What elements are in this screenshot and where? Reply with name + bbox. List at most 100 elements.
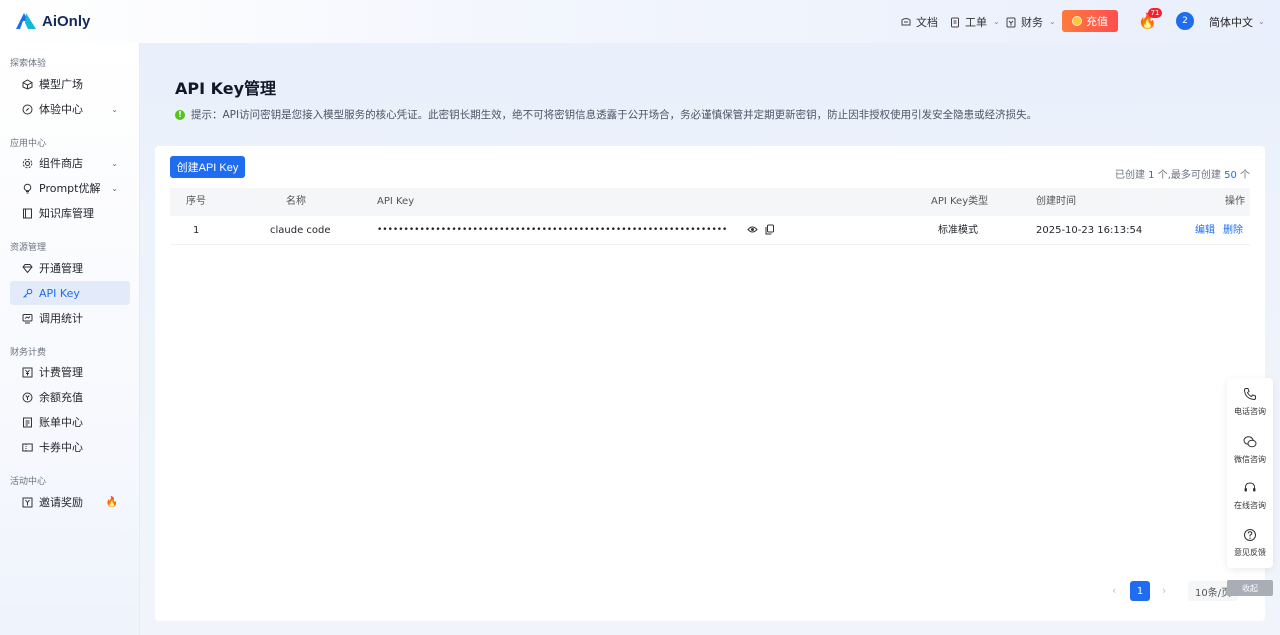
row-index: 1 [193,225,200,236]
sidebar-item-label: Prompt优解 [39,182,101,195]
notification-badge: 71 [1148,8,1162,18]
quota-middle: 个,最多可创建 [1154,170,1225,181]
sidebar-item-prompt[interactable]: Prompt优解 ⌄ [10,176,130,200]
pagination-prev-icon[interactable]: ‹ [1112,584,1116,597]
feedback-button[interactable]: 意见反馈 [1227,523,1273,563]
tickets-label: 工单 [965,15,987,29]
online-consult-label: 在线咨询 [1234,501,1266,510]
sidebar-item-knowledge-base[interactable]: 知识库管理 [10,201,130,225]
language-selector[interactable]: 简体中文 ⌄ [1209,0,1265,43]
coin-icon [1072,16,1082,26]
quota-max: 50 [1224,170,1237,181]
pagination-current-page[interactable]: 1 [1130,581,1150,601]
info-icon: ! [175,109,185,120]
book-icon [23,208,32,218]
sidebar-item-coupon-center[interactable]: 卡券中心 [10,435,130,459]
sidebar-item-label: 计费管理 [39,366,83,379]
chevron-down-icon: ⌄ [111,183,118,193]
section-title: 应用中心 [10,139,47,149]
recharge-button[interactable]: 充值 [1062,10,1118,32]
sidebar-item-component-store[interactable]: 组件商店 ⌄ [10,151,130,175]
feedback-label: 意见反馈 [1234,548,1266,557]
copy-icon[interactable] [764,224,775,235]
cube-icon [22,78,33,90]
sidebar-item-label: API Key [39,286,80,300]
online-consult-button[interactable]: 在线咨询 [1227,476,1273,516]
eye-icon[interactable] [747,224,758,235]
page-title: API Key管理 [175,79,277,98]
api-key-card: 创建API Key 已创建 1 个,最多可创建 50 个 序号 名称 API K… [155,146,1265,621]
sidebar-item-label: 体验中心 [39,103,83,116]
wechat-icon [1243,436,1257,448]
sidebar-item-experience[interactable]: 体验中心 ⌄ [10,97,130,121]
bill-icon [23,417,32,427]
section-title: 财务计费 [10,348,47,358]
wechat-consult-button[interactable]: 微信咨询 [1227,430,1273,470]
key-icon [23,288,33,298]
table-row: 1 claude code ••••••••••••••••••••••••••… [170,216,1250,245]
ticket-icon [22,443,33,451]
sidebar-item-balance-recharge[interactable]: 余额充值 [10,385,130,409]
chevron-down-icon: ⌄ [1049,17,1056,26]
column-header-key: API Key [377,196,415,207]
quota-prefix: 已创建 [1114,170,1149,181]
sidebar-item-label: 调用统计 [39,312,83,325]
logo-text: AiOnly [42,12,91,30]
quota-text: 已创建 1 个,最多可创建 50 个 [1115,166,1250,181]
fire-icon: 🔥 [105,496,118,508]
collapse-button[interactable]: 收起 [1227,580,1273,596]
sidebar-item-label: 余额充值 [39,391,83,404]
create-api-key-button[interactable]: 创建API Key [170,156,245,178]
sidebar-item-usage-stats[interactable]: 调用统计 [10,306,130,330]
row-name: claude code [270,225,331,236]
bulb-icon [23,183,32,193]
docs-link[interactable]: 文档 [900,0,938,43]
phone-consult-button[interactable]: 电话咨询 [1227,382,1273,422]
chevron-down-icon: ⌄ [1258,17,1265,26]
chevron-down-icon: ⌄ [111,104,118,114]
delete-link[interactable]: 删除 [1223,216,1243,245]
wechat-consult-label: 微信咨询 [1234,455,1266,464]
column-header-index: 序号 [186,196,206,207]
sidebar: 探索体验 模型广场 体验中心 ⌄ 应用中心 组件商店 ⌄ Prompt优解 ⌄ … [0,43,140,635]
sidebar-item-billing[interactable]: 计费管理 [10,360,130,384]
tip-text: 提示：API访问密钥是您接入模型服务的核心凭证。此密钥长期生效，绝不可将密钥信息… [191,109,1038,121]
sidebar-item-label: 账单中心 [39,416,83,429]
sidebar-item-label: 卡券中心 [39,441,83,454]
consult-panel: 电话咨询 微信咨询 在线咨询 意见反馈 [1227,378,1273,568]
sidebar-item-invite-rewards[interactable]: 邀请奖励 🔥 [10,490,130,514]
sidebar-item-bill-center[interactable]: 账单中心 [10,410,130,434]
avatar[interactable]: 2 [1176,12,1194,30]
row-masked-key: ••••••••••••••••••••••••••••••••••••••••… [377,225,728,235]
sidebar-item-label: 邀请奖励 [39,496,83,509]
row-type: 标准模式 [938,225,978,236]
tip-banner: ! 提示：API访问密钥是您接入模型服务的核心凭证。此密钥长期生效，绝不可将密钥… [175,107,1037,122]
column-header-actions: 操作 [1225,196,1245,207]
sidebar-item-label: 组件商店 [39,157,83,170]
sidebar-item-activation[interactable]: 开通管理 [10,256,130,280]
phone-consult-label: 电话咨询 [1234,407,1266,416]
sidebar-item-label: 知识库管理 [39,207,94,220]
headset-icon [1244,482,1256,492]
recharge-label: 充值 [1086,15,1108,28]
finance-menu[interactable]: 财务 ⌄ [1005,0,1056,43]
quota-suffix: 个 [1236,170,1250,181]
sidebar-item-model-square[interactable]: 模型广场 [10,72,130,96]
logo[interactable]: AiOnly [14,11,90,31]
finance-icon [1006,17,1016,27]
sidebar-item-api-key[interactable]: API Key [10,281,130,305]
column-header-created: 创建时间 [1036,196,1076,207]
sidebar-item-label: 模型广场 [39,78,83,91]
tickets-menu[interactable]: 工单 ⌄ [949,0,1000,43]
row-created-time: 2025-10-23 16:13:54 [1036,225,1143,236]
diamond-icon [22,263,33,273]
yen-box-icon [22,367,33,377]
monitor-icon [22,313,33,323]
edit-link[interactable]: 编辑 [1195,216,1215,245]
pagination-next-icon[interactable]: › [1162,584,1166,597]
gift-icon [22,497,33,507]
chevron-down-icon: ⌄ [993,17,1000,26]
docs-label: 文档 [916,15,938,29]
top-header: AiOnly 文档 工单 ⌄ 财务 ⌄ 充值 🔥 71 2 简体中文 ⌄ [0,0,1280,43]
section-title: 活动中心 [10,477,47,487]
